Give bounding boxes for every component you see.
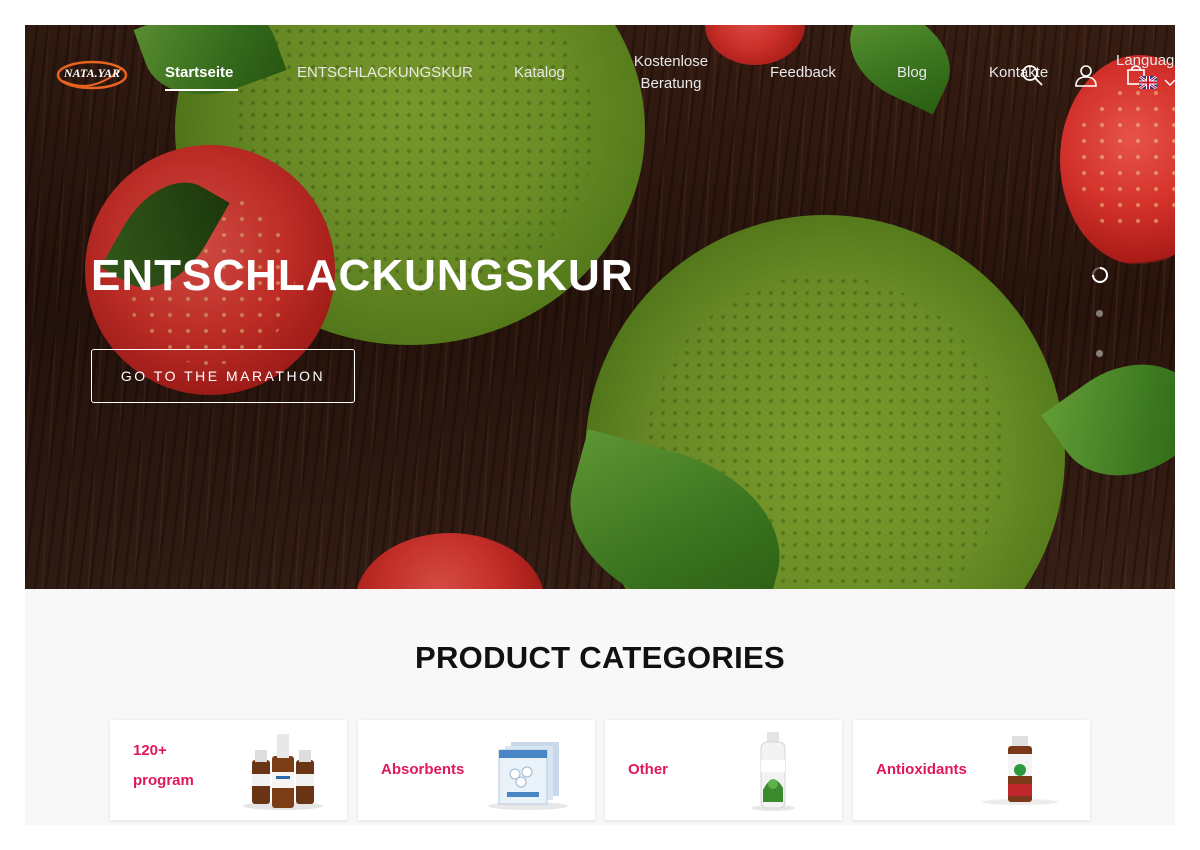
user-icon[interactable] <box>1074 63 1098 87</box>
slider-dot[interactable] <box>1096 350 1103 357</box>
category-card-antioxidants[interactable]: Antioxidants <box>853 720 1090 820</box>
small-vial-image <box>982 736 1058 805</box>
category-label: Absorbents <box>381 761 465 778</box>
hero-slider: NATA.YAR Startseite ENTSCHLACKUNGSKUR Ka… <box>25 25 1175 589</box>
category-label: Antioxidants <box>876 761 967 778</box>
nav-blog[interactable]: Blog <box>897 62 927 84</box>
category-label: Other <box>628 761 669 778</box>
nav-feedback[interactable]: Feedback <box>770 62 836 84</box>
slider-dot[interactable] <box>1096 310 1103 317</box>
nav-entschlackungskur[interactable]: ENTSCHLACKUNGSKUR <box>297 62 473 84</box>
category-card-other[interactable]: Other <box>605 720 842 820</box>
uk-flag-icon[interactable] <box>1139 76 1157 89</box>
hero-title: ENTSCHLACKUNGSKUR <box>91 251 634 300</box>
category-card-absorbents[interactable]: Absorbents <box>358 720 595 820</box>
nav-kostenlose-beratung[interactable]: Kostenlose Beratung <box>615 51 727 95</box>
shampoo-bottle-image <box>751 732 795 811</box>
go-to-marathon-button[interactable]: GO TO THE MARATHON <box>91 349 355 403</box>
nav-katalog[interactable]: Katalog <box>514 62 565 84</box>
slider-dot-active[interactable] <box>1091 266 1109 284</box>
logo-text: NATA.YAR <box>63 66 120 80</box>
brand-logo[interactable]: NATA.YAR <box>55 55 129 93</box>
page-frame: NATA.YAR Startseite ENTSCHLACKUNGSKUR Ka… <box>25 25 1175 825</box>
serum-bottles-image <box>243 734 323 810</box>
category-label: 120+ program <box>133 742 194 789</box>
active-nav-underline <box>165 89 238 91</box>
hero-overlay <box>25 25 1175 589</box>
search-icon[interactable] <box>1020 63 1044 87</box>
product-categories-title: PRODUCT CATEGORIES <box>415 640 785 675</box>
absorbent-packets-image <box>488 742 568 810</box>
language-label[interactable]: Languag <box>1116 52 1174 69</box>
nav-startseite[interactable]: Startseite <box>165 62 233 84</box>
chevron-down-icon[interactable] <box>1164 76 1175 88</box>
category-card-120-program[interactable]: 120+ program <box>110 720 347 820</box>
